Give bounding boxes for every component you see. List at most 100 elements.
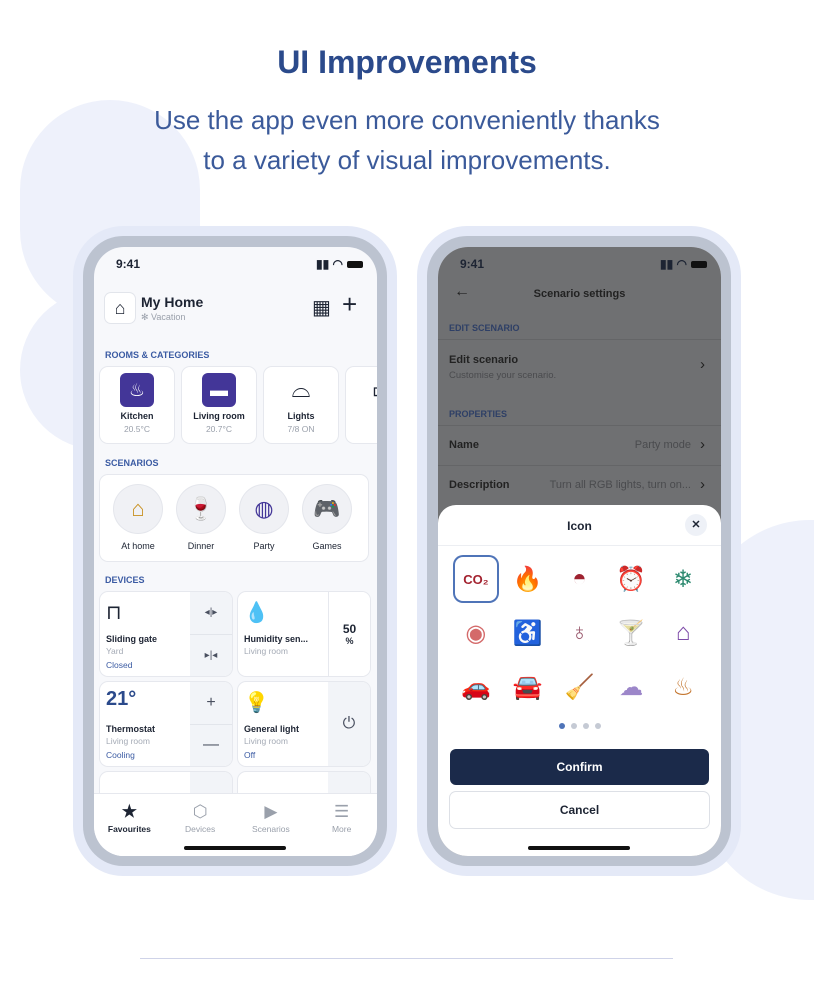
divider [140, 958, 673, 959]
scenario-icon: ⌂ [114, 485, 162, 533]
power-button[interactable]: ⏻ [328, 682, 370, 766]
device-room: Living room [106, 736, 150, 746]
page-indicator[interactable] [438, 723, 721, 729]
burglar-alarm-icon[interactable]: ◓ [554, 557, 606, 601]
stroller-icon[interactable]: ♿ [502, 611, 554, 655]
humidity-readout: 50% [328, 592, 370, 676]
page-dot[interactable] [594, 723, 601, 729]
confirm-button[interactable]: Confirm [450, 749, 709, 785]
tab-more[interactable]: ☰ More [306, 794, 377, 856]
device-status: Off [244, 750, 256, 760]
home-indicator [528, 846, 630, 850]
section-devices: DEVICES [105, 575, 145, 585]
humidity-icon: 💧 [244, 602, 269, 624]
scenario-icon: 🎮 [303, 485, 351, 533]
description-row[interactable]: Description Turn all RGB lights, turn on… [438, 465, 721, 505]
device-thermostat[interactable]: 21° Thermostat Living room Cooling + — [100, 682, 232, 766]
tab-label: Devices [185, 824, 216, 834]
row-label: Name [449, 439, 479, 451]
humidity-unit: % [345, 636, 354, 646]
section-edit: EDIT SCENARIO [449, 323, 520, 333]
row-value: Party mode [634, 439, 691, 451]
status-bar: 9:41 ▮▮ ◠ [460, 257, 707, 271]
room-card[interactable]: ▬ Living room 20.7°C [182, 367, 256, 443]
page-dot[interactable] [558, 723, 565, 729]
device-controls: + — [190, 682, 232, 766]
chevron-right-icon: › [700, 476, 705, 493]
scenario-item[interactable]: ◍ Party [234, 485, 294, 551]
device-general-light[interactable]: 💡 General light Living room Off ⏻ [238, 682, 370, 766]
blinds-icon: ▭ [366, 373, 377, 407]
device-humidity-sensor[interactable]: 💧 Humidity sen... Living room 50% [238, 592, 370, 676]
pacifier-icon[interactable]: ◉ [450, 611, 502, 655]
tab-label: Favourites [107, 824, 151, 834]
row-label: Description [449, 479, 510, 491]
section-rooms: ROOMS & CATEGORIES [105, 350, 210, 360]
edit-scenario-row[interactable]: Edit scenario Customise your scenario. › [438, 339, 721, 395]
tab-label: Scenarios [251, 824, 290, 834]
row-value: Turn all RGB lights, turn on... [549, 479, 691, 491]
cooking-pot-icon: ♨ [120, 373, 154, 407]
subtitle-line: to a variety of visual improvements. [203, 145, 611, 175]
room-card[interactable]: ♨ Kitchen 20.5°C [100, 367, 174, 443]
rattle-icon[interactable]: ♁ [554, 611, 606, 655]
room-name: Bl [346, 411, 377, 421]
home-title[interactable]: My Home [141, 294, 203, 310]
decrease-temp-button[interactable]: — [190, 723, 232, 767]
page-dot[interactable] [570, 723, 577, 729]
status-time: 9:41 [460, 257, 485, 271]
tab-favourites[interactable]: ★ Favourites [94, 794, 165, 856]
home-person-icon[interactable]: ⌂ [657, 611, 709, 655]
scenario-name: At home [121, 541, 155, 551]
status-bar: 9:41 ▮▮ ◠ [116, 257, 363, 271]
name-row[interactable]: Name Party mode › [438, 425, 721, 465]
row-subtitle: Customise your scenario. [449, 370, 557, 381]
palm-tree-icon: ✻ [141, 312, 152, 322]
room-value: 7/8 [346, 424, 377, 434]
cancel-button[interactable]: Cancel [450, 792, 709, 828]
close-button[interactable]: ✕ [685, 514, 707, 536]
scenarios-card: ⌂ At home 🍷 Dinner ◍ Party 🎮 Games [100, 475, 368, 561]
tab-icon: ★ [121, 802, 137, 821]
icon-grid: CO₂ 🔥 ◓ ⏰ ❄ ◉ ♿ ♁ 🍸 ⌂ 🚗 🚘 🧹 ☁ ♨ [450, 557, 709, 709]
gate-close-button[interactable]: ▸|◂ [190, 633, 232, 677]
device-sliding-gate[interactable]: ⊓ Sliding gate Yard Closed ◂|▸ ▸|◂ [100, 592, 232, 676]
home-icon[interactable]: ⌂ [105, 293, 135, 323]
cloudy-icon[interactable]: ☁ [605, 665, 657, 709]
scenario-icon: ◍ [240, 485, 288, 533]
grid-view-icon[interactable]: ▦ [312, 295, 331, 320]
co2-alarm-icon[interactable]: CO₂ [455, 557, 497, 601]
increase-temp-button[interactable]: + [190, 682, 232, 724]
icon-picker-sheet: Icon ✕ CO₂ 🔥 ◓ ⏰ ❄ ◉ ♿ ♁ 🍸 ⌂ 🚗 🚘 🧹 ☁ ♨ Confirm Cancel [438, 505, 721, 856]
cocktail-icon[interactable]: 🍸 [605, 611, 657, 655]
cooking-pot-icon[interactable]: ♨ [657, 665, 709, 709]
room-card[interactable]: ▭ Bl 7/8 [346, 367, 377, 443]
page-dot[interactable] [582, 723, 589, 729]
tab-icon: ☰ [334, 802, 350, 821]
chevron-right-icon: › [700, 436, 705, 453]
signal-wifi-battery-icon: ▮▮ ◠ [660, 257, 707, 271]
scenario-name: Party [253, 541, 275, 551]
row-title: Edit scenario [449, 354, 519, 366]
car-leave-icon[interactable]: 🚘 [502, 665, 554, 709]
scenario-item[interactable]: 🎮 Games [297, 485, 357, 551]
add-icon[interactable]: + [342, 289, 357, 320]
scenario-item[interactable]: ⌂ At home [108, 485, 168, 551]
device-name: General light [244, 724, 300, 734]
fire-alarm-icon[interactable]: 🔥 [502, 557, 554, 601]
phone-home: 9:41 ▮▮ ◠ ⌂ My Home ✻ Vacation ▦ + ROOMS … [83, 236, 387, 866]
room-value: 7/8 ON [287, 424, 315, 434]
alarm-clock-icon[interactable]: ⏰ [605, 557, 657, 601]
tab-label: More [331, 824, 352, 834]
room-card[interactable]: ⌓ Lights 7/8 ON [264, 367, 338, 443]
sofa-icon: ▬ [202, 373, 236, 407]
scenario-item[interactable]: 🍷 Dinner [171, 485, 231, 551]
frost-thermometer-icon[interactable]: ❄ [657, 557, 709, 601]
gate-open-button[interactable]: ◂|▸ [190, 592, 232, 634]
car-arrive-icon[interactable]: 🚗 [450, 665, 502, 709]
device-room: Yard [106, 646, 124, 656]
device-controls: ◂|▸ ▸|◂ [190, 592, 232, 676]
cleaning-icon[interactable]: 🧹 [554, 665, 606, 709]
gate-icon: ⊓ [106, 602, 122, 624]
status-time: 9:41 [116, 257, 141, 271]
